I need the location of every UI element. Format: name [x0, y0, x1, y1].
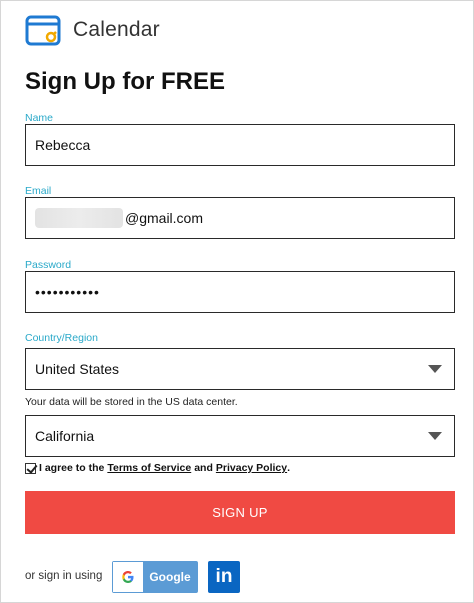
privacy-link[interactable]: Privacy Policy	[216, 462, 287, 474]
terms-link[interactable]: Terms of Service	[107, 462, 191, 474]
name-field[interactable]: Rebecca	[25, 124, 455, 166]
email-label: Email	[25, 185, 52, 197]
redacted-email-text	[35, 208, 123, 228]
country-value: United States	[35, 361, 120, 377]
name-value: Rebecca	[35, 137, 91, 153]
linkedin-icon[interactable]: in	[208, 561, 240, 593]
google-label: Google	[149, 570, 191, 584]
brand-name: Calendar	[73, 18, 160, 41]
storage-note: Your data will be stored in the US data …	[25, 396, 238, 408]
agree-and: and	[194, 462, 213, 474]
agree-prefix: I agree to the	[39, 462, 105, 474]
google-signin-button[interactable]: Google	[112, 561, 198, 593]
password-label: Password	[25, 259, 72, 271]
country-label: Country/Region	[25, 332, 98, 344]
country-select[interactable]: United States	[25, 348, 455, 390]
social-prefix: or sign in using	[25, 570, 103, 582]
email-value-suffix: @gmail.com	[125, 210, 204, 226]
header: Calendar	[25, 12, 160, 48]
state-value: California	[35, 428, 95, 444]
linkedin-label: in	[215, 566, 233, 587]
state-select[interactable]: California	[25, 415, 455, 457]
password-field[interactable]: •••••••••••	[25, 271, 455, 313]
name-label: Name	[25, 112, 54, 124]
password-value: •••••••••••	[35, 284, 100, 300]
signup-button[interactable]: SIGN UP	[25, 491, 455, 534]
agree-checkbox[interactable]	[25, 462, 36, 474]
chevron-down-icon	[428, 432, 442, 440]
agree-row: I agree to the Terms of Service and Priv…	[25, 462, 290, 474]
email-field[interactable]: @gmail.com	[25, 197, 455, 239]
page-title: Sign Up for FREE	[25, 68, 225, 95]
agree-suffix: .	[287, 462, 291, 474]
calendar-logo-icon	[25, 13, 63, 47]
google-icon	[113, 562, 143, 592]
chevron-down-icon	[428, 365, 442, 373]
